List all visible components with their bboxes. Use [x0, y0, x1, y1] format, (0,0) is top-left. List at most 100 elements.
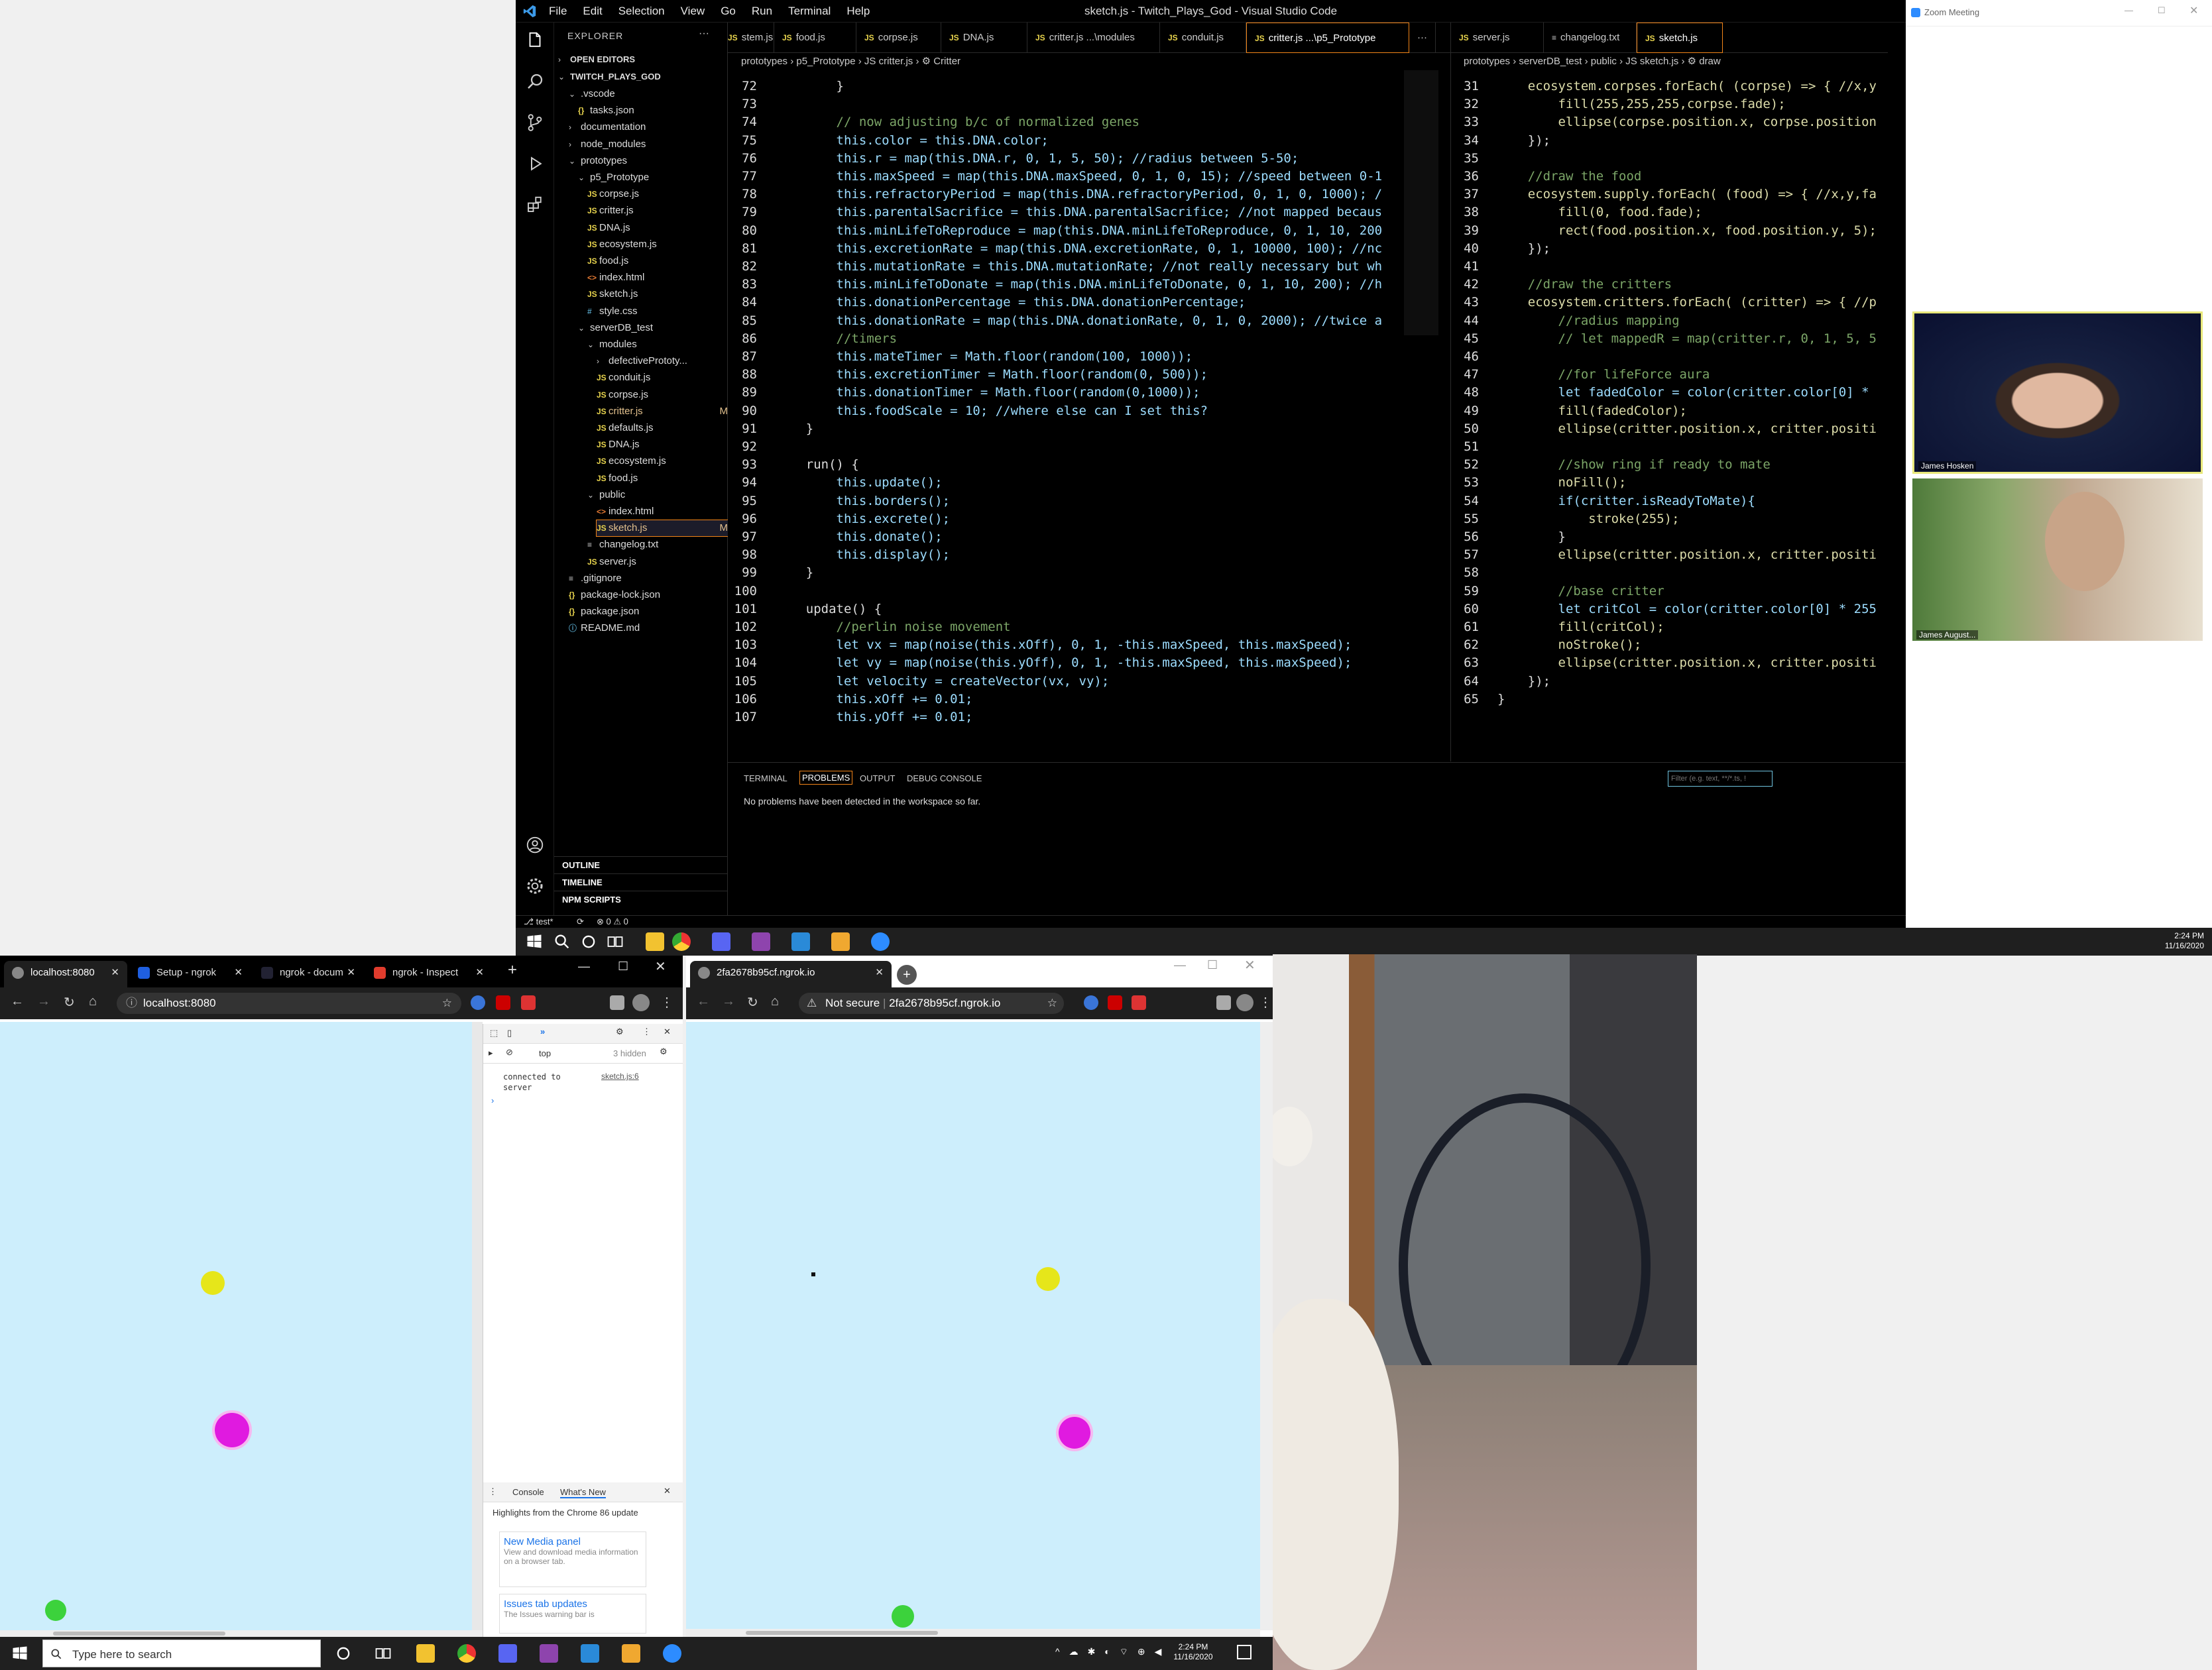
console-settings-icon[interactable]: ⚙ — [660, 1046, 668, 1057]
tree-file[interactable]: JS critter.js — [587, 203, 728, 219]
windows-start-icon[interactable] — [525, 932, 544, 951]
adblock-icon[interactable] — [521, 995, 536, 1010]
tree-file[interactable]: JS corpse.js — [587, 186, 728, 202]
editor-tab[interactable]: JS DNA.js — [941, 23, 1027, 53]
tree-file[interactable]: JS sketch.js M — [596, 520, 728, 537]
workspace-root[interactable]: ⌄ TWITCH_PLAYS_GOD — [558, 69, 661, 85]
files-icon[interactable] — [525, 30, 545, 50]
tree-folder[interactable]: ⌄ serverDB_test — [578, 320, 728, 336]
context-selector[interactable]: top — [539, 1048, 551, 1058]
device-toolbar-icon[interactable]: ▯ — [507, 1028, 512, 1038]
cortana-icon[interactable] — [579, 932, 598, 951]
drawer-tab-console[interactable]: Console — [512, 1487, 544, 1497]
search-icon[interactable] — [525, 72, 545, 91]
tree-file[interactable]: JS DNA.js — [587, 220, 728, 236]
drawer-tab-whats-new[interactable]: What's New — [560, 1487, 606, 1498]
profile-avatar[interactable] — [1236, 994, 1253, 1011]
p5-canvas-ngrok[interactable] — [686, 1022, 1263, 1630]
bookmark-star-icon[interactable]: ☆ — [1047, 993, 1057, 1014]
tree-file[interactable]: JS server.js — [587, 554, 728, 570]
tree-folder[interactable]: › documentation — [569, 119, 728, 135]
close-tab-icon[interactable]: ✕ — [347, 961, 355, 985]
tree-file[interactable]: # style.css — [587, 304, 728, 319]
address-bar[interactable]: ⚠ Not secure | 2fa2678b95cf.ngrok.io ☆ — [799, 993, 1064, 1014]
branch-indicator[interactable]: ⎇ test* — [524, 917, 553, 927]
profile-avatar[interactable] — [632, 994, 650, 1011]
tab-localhost[interactable]: localhost:8080 ✕ — [4, 961, 127, 987]
vscode-icon[interactable] — [791, 932, 810, 951]
editor-tab[interactable]: ≡ changelog.txt — [1544, 23, 1637, 53]
tab-ngrok-app[interactable]: 2fa2678b95cf.ngrok.io ✕ — [690, 961, 892, 987]
whats-new-card-issues[interactable]: Issues tab updates The Issues warning ba… — [499, 1594, 646, 1634]
tree-file[interactable]: ≡ .gitignore — [569, 571, 728, 586]
close-tab-icon[interactable]: ✕ — [111, 961, 119, 985]
tab-ngrok-inspect[interactable]: ngrok - Inspect ✕ — [366, 961, 492, 987]
close-tab-icon[interactable]: ✕ — [875, 961, 884, 985]
close-window-icon[interactable]: ✕ — [655, 958, 666, 975]
tree-folder[interactable]: ⌄ public — [587, 487, 728, 503]
reload-icon[interactable]: ↻ — [64, 994, 75, 1011]
participant-video-1[interactable]: James Hosken — [1912, 311, 2203, 474]
gitkraken-icon[interactable] — [622, 1644, 640, 1663]
editor-tab[interactable]: JS stem.js — [720, 23, 774, 53]
close-tab-icon[interactable]: ✕ — [475, 961, 484, 985]
horizontal-scrollbar[interactable] — [0, 1630, 483, 1637]
menu-kebab-icon[interactable]: ⋮ — [660, 994, 673, 1011]
taskbar-search-box[interactable]: Type here to search — [42, 1640, 321, 1667]
run-debug-icon[interactable] — [525, 154, 545, 174]
page-scrollbar[interactable] — [1260, 1022, 1273, 1630]
maximize-icon[interactable]: ☐ — [1207, 958, 1218, 972]
tab-problems[interactable]: PROBLEMS — [799, 771, 853, 785]
chrome-icon[interactable] — [457, 1644, 476, 1663]
home-icon[interactable]: ⌂ — [771, 994, 779, 1009]
clock-bottom[interactable]: 2:24 PM 11/16/2020 — [1167, 1642, 1220, 1662]
forward-icon[interactable]: → — [37, 994, 50, 1009]
extension-icon[interactable] — [1084, 995, 1098, 1010]
editor-right[interactable]: 31 ecosystem.corpses.forEach( (corpse) =… — [1451, 70, 1906, 759]
drawer-close-icon[interactable]: ✕ — [664, 1486, 671, 1496]
search-icon[interactable] — [553, 932, 571, 951]
vscode-icon[interactable] — [581, 1644, 599, 1663]
tab-output[interactable]: OUTPUT — [860, 773, 895, 783]
cortana-icon[interactable] — [334, 1644, 353, 1663]
clock-top[interactable]: 2:24 PM 11/16/2020 — [2165, 931, 2204, 951]
p5-canvas-localhost[interactable] — [0, 1022, 475, 1630]
minimize-icon[interactable]: — — [578, 960, 590, 974]
tree-folder[interactable]: › node_modules — [569, 137, 728, 152]
console-log-source[interactable]: sketch.js:6 — [601, 1072, 639, 1081]
maximize-icon[interactable]: ☐ — [618, 960, 628, 974]
forward-icon[interactable]: → — [722, 994, 735, 1009]
tab-ngrok-docs[interactable]: ngrok - docum ✕ — [253, 961, 363, 987]
close-icon[interactable]: ✕ — [2189, 4, 2198, 17]
chrome-icon[interactable] — [672, 932, 691, 951]
more-tabs-icon[interactable]: ··· — [1409, 23, 1436, 53]
tree-file[interactable]: JS corpse.js — [597, 387, 728, 403]
zoom-icon[interactable] — [871, 932, 890, 951]
home-icon[interactable]: ⌂ — [89, 994, 97, 1009]
new-tab-icon[interactable]: + — [508, 961, 517, 979]
windows-start-icon[interactable] — [11, 1644, 29, 1663]
tree-file[interactable]: JS conduit.js — [597, 370, 728, 386]
menu-kebab-icon[interactable]: ⋮ — [1259, 994, 1272, 1011]
tree-file[interactable]: JS food.js — [587, 253, 728, 269]
pdf-extension-icon[interactable] — [496, 995, 510, 1010]
drawer-menu-icon[interactable]: ⋮ — [489, 1486, 497, 1497]
file-explorer-icon[interactable] — [416, 1644, 435, 1663]
minimap[interactable] — [1404, 70, 1438, 335]
editor-tab[interactable]: JS conduit.js — [1160, 23, 1246, 53]
more-actions-icon[interactable]: ··· — [699, 28, 709, 40]
editor-tab[interactable]: JS critter.js ...\p5_Prototype — [1246, 23, 1409, 53]
tree-file[interactable]: JS DNA.js — [597, 437, 728, 453]
tree-folder[interactable]: › defectivePrototy... — [597, 353, 728, 369]
account-icon[interactable] — [525, 835, 545, 855]
close-window-icon[interactable]: ✕ — [1244, 957, 1255, 974]
gitkraken-icon[interactable] — [831, 932, 850, 951]
problems-count[interactable]: ⊗ 0 ⚠ 0 — [597, 917, 628, 927]
github-desktop-icon[interactable] — [752, 932, 770, 951]
close-tab-icon[interactable]: ✕ — [234, 961, 243, 985]
tree-file[interactable]: <> index.html — [587, 270, 728, 286]
editor-tab[interactable]: JS food.js — [774, 23, 856, 53]
tree-file[interactable]: JS ecosystem.js — [597, 453, 728, 469]
timeline-section[interactable]: TIMELINE — [554, 873, 728, 891]
editor-tab[interactable]: JS critter.js ...\modules — [1027, 23, 1160, 53]
